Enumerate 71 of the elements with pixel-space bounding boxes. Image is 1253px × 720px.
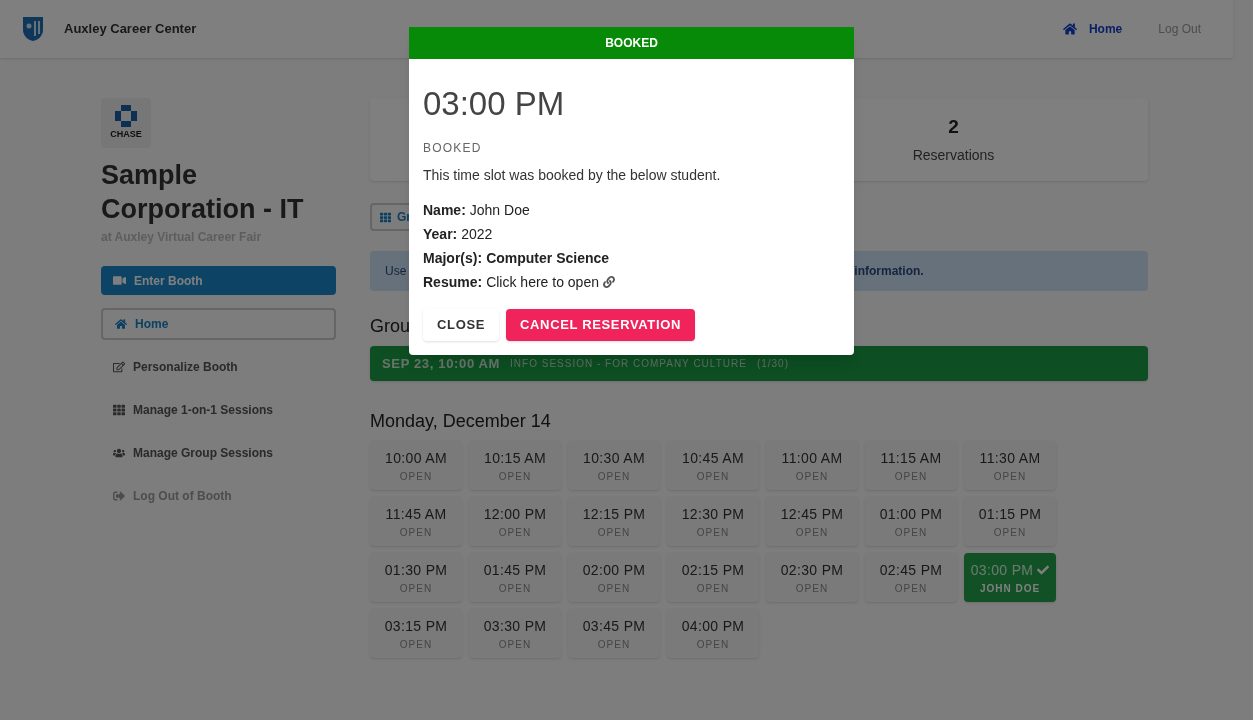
detail-label: Year: (423, 224, 458, 244)
slot-time: 10:00 AM (385, 448, 447, 468)
slot-time: 02:30 PM (780, 560, 844, 580)
resume-link[interactable]: Click here to open (486, 271, 615, 293)
slot-time: 10:30 AM (583, 448, 645, 468)
slot-time: 02:45 PM (879, 560, 943, 580)
stat-label: Reservations (912, 146, 995, 166)
slot-status: JOHN DOE (979, 581, 1041, 596)
check-icon (1037, 564, 1050, 576)
users-icon (113, 447, 125, 459)
slot-time: 02:00 PM (582, 560, 646, 580)
close-button[interactable]: CLOSE (423, 308, 500, 341)
slot-time: 02:15 PM (681, 560, 745, 580)
slot-time: 10:45 AM (682, 448, 744, 468)
slot-time: 01:45 PM (483, 560, 547, 580)
grid-icon (113, 404, 125, 416)
session-date: SEP 23, 10:00 AM (382, 354, 501, 373)
slot-time: 01:15 PM (978, 504, 1042, 524)
enter-booth-button[interactable]: Enter Booth (101, 266, 336, 295)
session-count: (1/30) (756, 357, 789, 371)
detail-value: John Doe (469, 200, 530, 220)
day-heading: Monday, December 14 (370, 410, 552, 433)
slot-time: 11:45 AM (385, 504, 447, 524)
slot-time: 03:15 PM (384, 616, 448, 636)
dialog-header-text: BOOKED (605, 35, 658, 52)
shield-logo-icon (22, 16, 44, 42)
cancel-reservation-button[interactable]: CANCEL RESERVATION (506, 308, 696, 341)
site-title: Auxley Career Center (64, 20, 197, 39)
slot-time: 12:00 PM (483, 504, 547, 524)
slot-time: 12:45 PM (780, 504, 844, 524)
octagon-logo-icon (114, 104, 138, 129)
company-name: Sample Corporation - IT (101, 159, 305, 226)
stat-value: 2 (948, 114, 959, 139)
slot-time: 01:30 PM (384, 560, 448, 580)
dialog-time: 03:00 PM (423, 84, 566, 124)
house-icon (115, 318, 127, 330)
slot-time: 03:00 PM (970, 560, 1034, 580)
sidebar-item[interactable]: Manage Group Sessions (101, 437, 336, 469)
detail-label: Resume: (423, 272, 483, 292)
slot-time: 03:45 PM (582, 616, 646, 636)
sign-out-icon (113, 490, 125, 502)
dialog-status: BOOKED (423, 139, 483, 157)
grid-icon (380, 211, 391, 223)
alert-text: Use (385, 263, 407, 280)
session-title: INFO SESSION - FOR COMPANY CULTURE (510, 357, 747, 371)
sidebar-item[interactable]: Manage 1-on-1 Sessions (101, 394, 336, 426)
sidebar-item[interactable]: Home (101, 308, 336, 340)
slot-time: 10:15 AM (484, 448, 546, 468)
time-slot[interactable]: 03:00 PM JOHN DOE (964, 553, 1056, 602)
link-icon (603, 276, 615, 288)
section-heading: Grou (370, 315, 411, 338)
house-icon (1062, 22, 1077, 36)
alert-text: information. (854, 263, 924, 280)
video-camera-icon (113, 274, 126, 287)
slot-time: 03:30 PM (483, 616, 547, 636)
slot-time: 11:30 AM (979, 448, 1041, 468)
edit-icon (113, 361, 125, 373)
slot-time: 01:00 PM (879, 504, 943, 524)
sidebar-item[interactable]: Personalize Booth (101, 351, 336, 383)
slot-time: 04:00 PM (681, 616, 745, 636)
detail-label: Name: (423, 200, 466, 220)
slot-time: 12:15 PM (582, 504, 646, 524)
logo-text: CHASE (110, 128, 142, 142)
detail-value: Computer Science (486, 248, 610, 268)
dialog-message: This time slot was booked by the below student. (423, 165, 722, 185)
detail-value: 2022 (461, 224, 493, 244)
slot-time: 11:15 AM (880, 448, 942, 468)
slot-time: 11:00 AM (781, 448, 843, 468)
nav-link[interactable]: Home (1062, 20, 1123, 38)
slot-time: 12:30 PM (681, 504, 745, 524)
detail-label: Major(s): (423, 248, 483, 268)
